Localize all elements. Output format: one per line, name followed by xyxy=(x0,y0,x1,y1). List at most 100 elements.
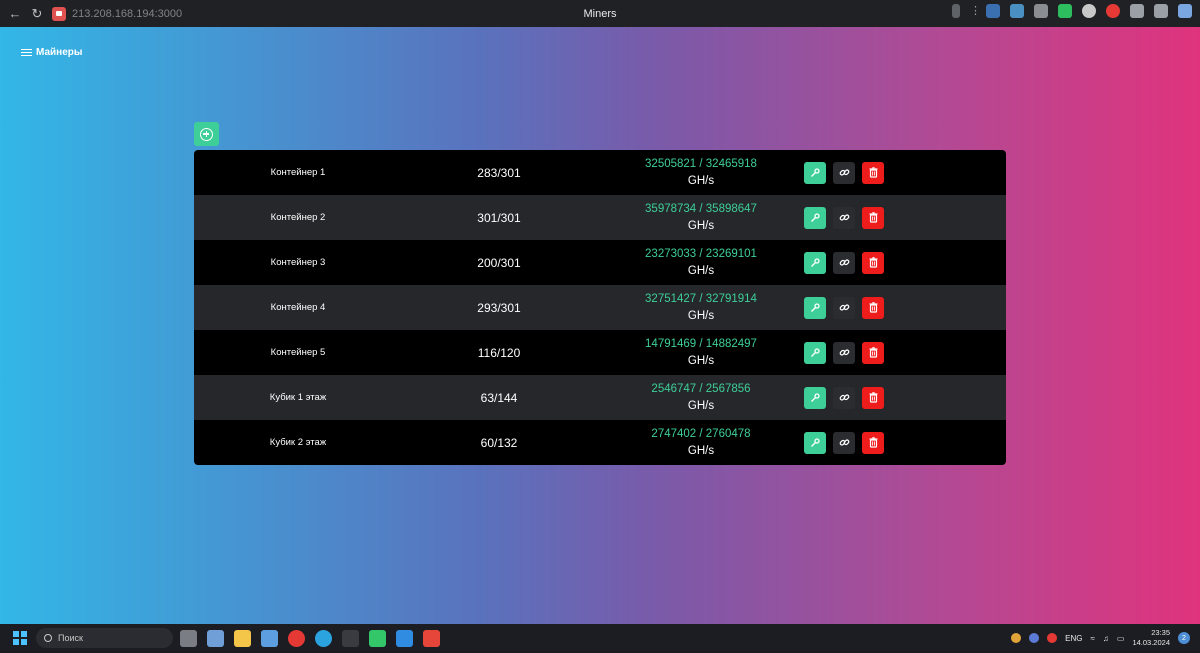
miner-hashrate: 2546747 / 2567856 GH/s xyxy=(608,381,794,415)
trash-icon xyxy=(869,212,878,223)
table-row: Контейнер 4 293/301 32751427 / 32791914 GH/… xyxy=(194,285,1006,330)
miner-name: Контейнер 3 xyxy=(270,257,326,268)
hashrate-unit: GH/s xyxy=(687,399,715,412)
link-icon xyxy=(839,302,850,313)
miner-hashrate: 14791469 / 14882497 GH/s xyxy=(608,336,794,370)
language-indicator[interactable]: ENG xyxy=(1065,634,1082,643)
yandex-tray-icon[interactable] xyxy=(1047,633,1058,643)
miner-name: Контейнер 4 xyxy=(270,302,326,313)
hashrate-values: 32751427 / 32791914 xyxy=(645,292,757,305)
extension-icon[interactable] xyxy=(1034,4,1048,18)
plus-circle-icon xyxy=(200,127,213,141)
edit-button[interactable] xyxy=(804,251,826,274)
pycharm-icon[interactable] xyxy=(369,630,386,647)
navbar-brand[interactable]: Майнеры xyxy=(21,47,82,58)
edit-button[interactable] xyxy=(804,296,826,319)
row-actions xyxy=(804,386,884,409)
open-link-button[interactable] xyxy=(833,386,855,409)
clock-date: 14.03.2024 xyxy=(1132,638,1170,647)
hashrate-unit: GH/s xyxy=(687,354,715,367)
edit-button[interactable] xyxy=(804,431,826,454)
link-icon xyxy=(839,257,850,268)
hashrate-unit: GH/s xyxy=(687,264,715,277)
miner-name: Контейнер 1 xyxy=(270,167,326,178)
trash-icon xyxy=(869,392,878,403)
yandex-browser-icon[interactable] xyxy=(288,630,305,647)
edit-button[interactable] xyxy=(804,161,826,184)
battery-icon[interactable]: ▭ xyxy=(1117,634,1125,643)
bookmark-icon[interactable] xyxy=(952,4,960,18)
start-icon[interactable] xyxy=(13,631,27,645)
row-actions xyxy=(804,431,884,454)
telegram-icon[interactable] xyxy=(315,630,332,647)
delete-button[interactable] xyxy=(862,161,884,184)
terminal-icon[interactable] xyxy=(342,630,359,647)
store-icon[interactable] xyxy=(261,630,278,647)
profile-icon[interactable] xyxy=(1178,4,1192,18)
sidebar-icon[interactable] xyxy=(1154,4,1168,18)
open-link-button[interactable] xyxy=(833,296,855,319)
table-row: Контейнер 1 283/301 32505821 / 32465918 GH/… xyxy=(194,150,1006,195)
miner-count: 116/120 xyxy=(477,345,521,360)
hashrate-unit: GH/s xyxy=(687,444,715,457)
clock[interactable]: 23:35 14.03.2024 xyxy=(1132,628,1170,648)
edit-button[interactable] xyxy=(804,206,826,229)
explorer-icon[interactable] xyxy=(234,630,251,647)
row-actions xyxy=(804,341,884,364)
weather-icon[interactable] xyxy=(207,630,224,647)
delete-button[interactable] xyxy=(862,206,884,229)
row-actions xyxy=(804,206,884,229)
wrench-icon xyxy=(810,212,820,223)
hashrate-values: 23273033 / 23269101 xyxy=(645,247,757,260)
link-icon xyxy=(839,347,850,358)
extension-icon[interactable] xyxy=(1010,4,1024,18)
link-icon xyxy=(839,437,850,448)
address-bar[interactable]: 213.208.168.194:3000 xyxy=(72,8,182,20)
volume-icon[interactable]: ♫ xyxy=(1103,634,1109,643)
delete-button[interactable] xyxy=(862,431,884,454)
back-button[interactable]: ← xyxy=(4,3,26,25)
open-link-button[interactable] xyxy=(833,341,855,364)
open-link-button[interactable] xyxy=(833,206,855,229)
extension-icon[interactable] xyxy=(986,4,1000,18)
edit-button[interactable] xyxy=(804,386,826,409)
hashrate-values: 32505821 / 32465918 xyxy=(645,157,757,170)
anydesk-icon[interactable] xyxy=(423,630,440,647)
miner-count: 301/301 xyxy=(477,210,521,225)
youtube-icon[interactable] xyxy=(1106,4,1120,18)
search-icon xyxy=(44,634,52,642)
task-view-icon[interactable] xyxy=(180,630,197,647)
vscode-icon[interactable] xyxy=(396,630,413,647)
taskbar-search[interactable]: Поиск xyxy=(36,628,173,648)
miner-name: Контейнер 2 xyxy=(270,212,326,223)
browser-toolbar: ← ↻ 213.208.168.194:3000 Miners ⋮ xyxy=(0,0,1200,27)
notification-badge[interactable]: 2 xyxy=(1178,632,1190,644)
search-placeholder: Поиск xyxy=(58,633,83,643)
delete-button[interactable] xyxy=(862,251,884,274)
puzzle-icon[interactable] xyxy=(1130,4,1144,18)
miner-name: Кубик 1 этаж xyxy=(269,392,327,403)
hashrate-unit: GH/s xyxy=(687,174,715,187)
hashrate-unit: GH/s xyxy=(687,219,715,232)
menu-dots-icon[interactable]: ⋮ xyxy=(970,4,981,18)
add-miner-button[interactable] xyxy=(194,122,219,146)
shield-icon[interactable] xyxy=(1058,4,1072,18)
trash-icon xyxy=(869,257,878,268)
app-tray-icon[interactable] xyxy=(1029,633,1040,643)
edit-button[interactable] xyxy=(804,341,826,364)
open-link-button[interactable] xyxy=(833,251,855,274)
reload-button[interactable]: ↻ xyxy=(26,3,48,25)
trash-icon xyxy=(869,437,878,448)
delete-button[interactable] xyxy=(862,386,884,409)
open-link-button[interactable] xyxy=(833,431,855,454)
delete-button[interactable] xyxy=(862,341,884,364)
chrome-icon[interactable] xyxy=(1011,633,1022,643)
open-link-button[interactable] xyxy=(833,161,855,184)
row-actions xyxy=(804,251,884,274)
miner-hashrate: 35978734 / 35898647 GH/s xyxy=(608,201,794,235)
link-icon xyxy=(839,167,850,178)
extension-icon[interactable] xyxy=(1082,4,1096,18)
wifi-icon[interactable]: ≈ xyxy=(1091,634,1095,643)
delete-button[interactable] xyxy=(862,296,884,319)
not-secure-icon[interactable] xyxy=(52,6,66,21)
